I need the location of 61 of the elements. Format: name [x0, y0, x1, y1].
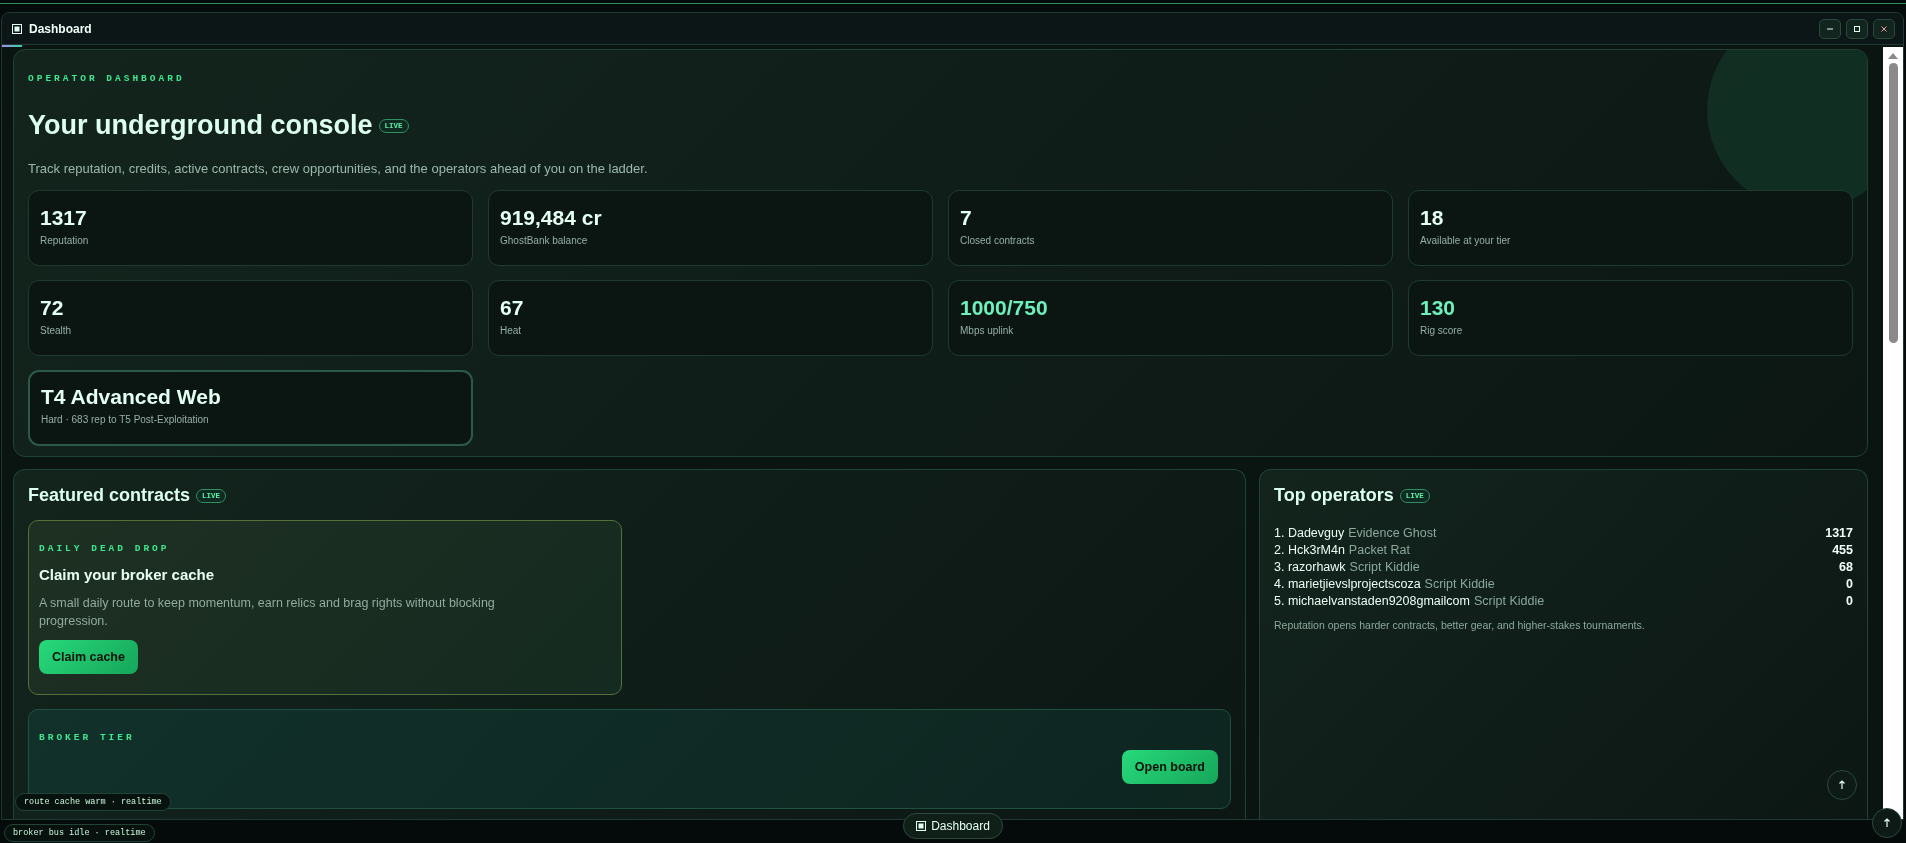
window-title: Dashboard [29, 21, 92, 36]
stat-value: 1317 [40, 206, 88, 230]
operator-score: 0 [1846, 594, 1853, 609]
stat-label: Rig score [1420, 325, 1464, 336]
status-pill: route cache warm · realtime [15, 793, 171, 811]
open-board-button[interactable]: Open board [1121, 750, 1218, 784]
card-eyebrow: DAILY DEAD DROP [39, 543, 171, 554]
scroll-up-icon[interactable] [1888, 52, 1898, 59]
operator-name: 4. marietjievslprojectscoza [1274, 577, 1421, 592]
stat-value: T4 Advanced Web [41, 385, 222, 409]
operator-name: 1. Dadevguy [1274, 526, 1345, 541]
minimize-button[interactable] [1819, 18, 1841, 39]
panel-title: Top operators [1274, 485, 1394, 506]
operator-rank: Evidence Ghost [1348, 526, 1438, 541]
operator-name: 2. Hck3rM4n [1274, 543, 1345, 558]
stat-value: 72 [40, 296, 65, 320]
arrow-up-icon [1883, 818, 1891, 828]
close-button[interactable] [1873, 18, 1895, 39]
stat-label: Stealth [40, 325, 73, 336]
arrow-up-icon [1838, 780, 1846, 790]
claim-button[interactable]: Claim cache [39, 640, 138, 674]
page-title: Your underground console [28, 110, 373, 141]
operator-score: 1317 [1825, 526, 1853, 541]
page-subtitle: Track reputation, credits, active contracts, crew opportunities, and the operators ahead of you on the ladder. [28, 161, 649, 176]
stat-value: 1000/750 [960, 296, 1049, 320]
stat-label: Available at your tier [1420, 235, 1512, 246]
stat-label: Reputation [40, 235, 90, 246]
card-eyebrow: BROKER TIER [39, 732, 136, 743]
stat-value: 67 [500, 296, 525, 320]
stat-label: Mbps uplink [960, 325, 1015, 336]
close-icon [1880, 24, 1888, 33]
card-title: Claim your broker cache [39, 566, 216, 583]
stat-value: 130 [1420, 296, 1457, 320]
stat-label: Hard · 683 rep to T5 Post-Exploitation [41, 414, 210, 425]
card-text: A small daily route to keep momentum, earn relics and brag rights without blocking progression. [39, 595, 496, 630]
scrollbar-thumb[interactable] [1888, 63, 1898, 343]
scrollbar[interactable] [1883, 47, 1903, 819]
taskbar-item[interactable]: Dashboard [903, 812, 1003, 839]
operator-rank: Script Kiddie [1473, 594, 1546, 609]
stat-value: 919,484 cr [500, 206, 603, 230]
stat-value: 7 [960, 206, 973, 230]
panel-title: Featured contracts [28, 485, 191, 506]
stat-label: Heat [500, 325, 523, 336]
operator-name: 3. razorhawk [1274, 560, 1346, 575]
section-eyebrow: OPERATOR DASHBOARD [28, 73, 186, 84]
window-icon [916, 820, 927, 831]
operator-score: 68 [1839, 560, 1853, 575]
stat-value: 18 [1420, 206, 1445, 230]
operator-score: 0 [1846, 577, 1853, 592]
operator-name: 5. michaelvanstaden9208gmailcom [1274, 594, 1470, 609]
maximize-button[interactable] [1846, 18, 1868, 39]
stat-label: Closed contracts [960, 235, 1036, 246]
status-pill: broker bus idle · realtime [4, 824, 155, 842]
operator-rank: Packet Rat [1348, 543, 1411, 558]
operator-rank: Script Kiddie [1349, 560, 1421, 575]
maximize-icon [1853, 24, 1861, 33]
operators-note: Reputation opens harder contracts, better gear, and higher-stakes tournaments. [1274, 619, 1646, 631]
window-icon [12, 23, 22, 34]
stat-label: GhostBank balance [500, 235, 589, 246]
operator-score: 455 [1832, 543, 1853, 558]
operator-rank: Script Kiddie [1424, 577, 1496, 592]
